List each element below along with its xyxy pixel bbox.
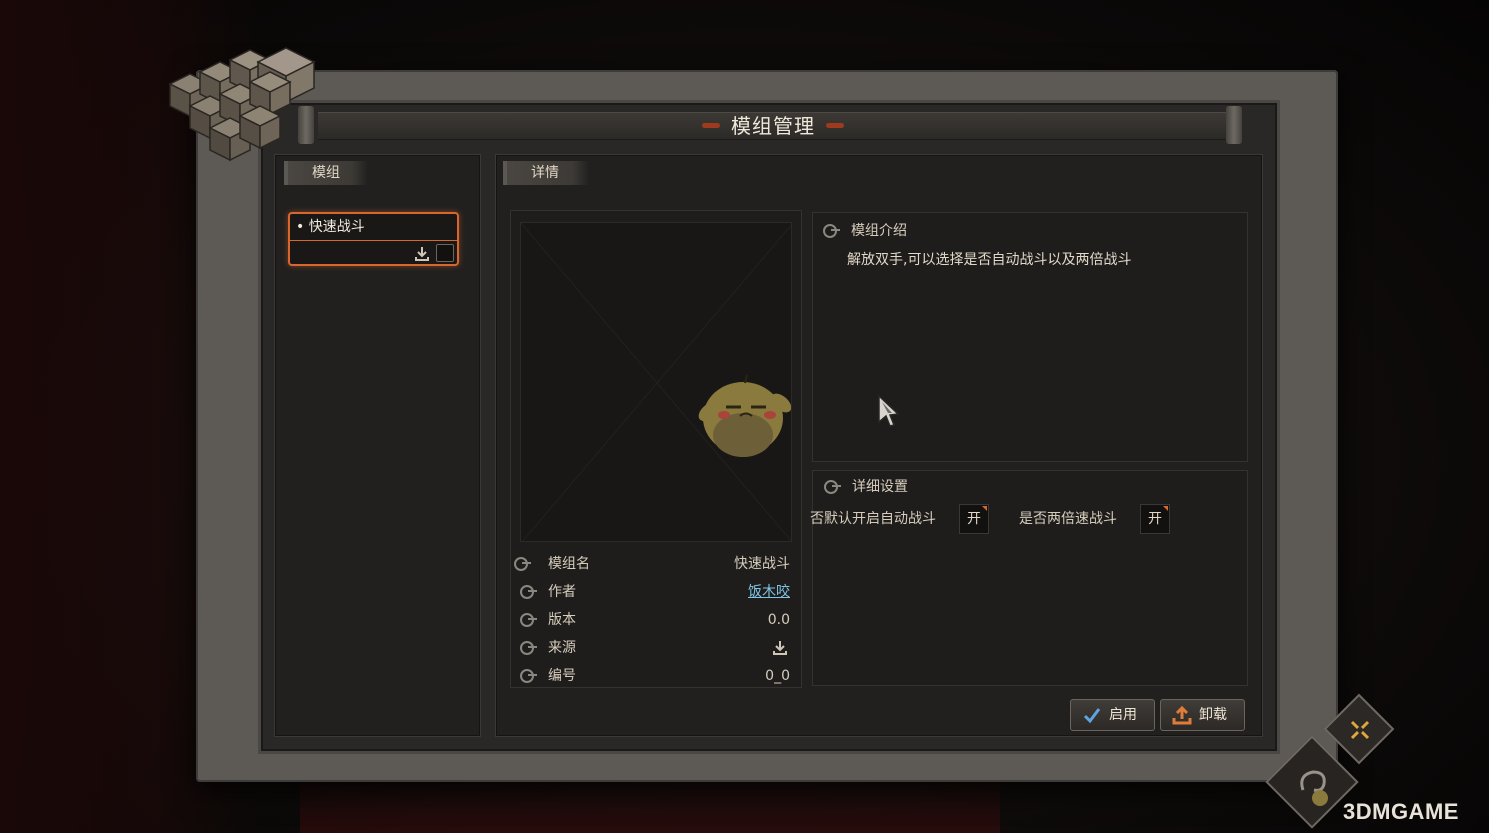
scroll-end-right <box>1226 106 1242 144</box>
mascot-placeholder-icon <box>521 223 791 541</box>
mod-item-divider <box>290 240 457 241</box>
mouse-cursor-icon <box>878 394 900 427</box>
gear-bullet-icon <box>514 557 531 571</box>
check-icon <box>1083 708 1101 724</box>
tab-details: 详情 <box>503 161 589 185</box>
info-value: 0_0 <box>765 668 790 684</box>
setting-toggle-double-speed[interactable]: 开 <box>1140 504 1170 534</box>
info-row-version: 版本 0.0 <box>520 609 792 631</box>
setting-label-double-speed: 是否两倍速战斗 <box>1019 511 1117 527</box>
intro-text: 解放双手,可以选择是否自动战斗以及两倍战斗 <box>847 252 1132 268</box>
setting-label-auto-battle: 否默认开启自动战斗 <box>810 511 936 527</box>
info-key: 版本 <box>548 612 576 628</box>
tab-mods: 模组 <box>284 161 368 185</box>
intro-header: 模组介绍 <box>823 220 907 242</box>
author-link[interactable]: 饭木咬 <box>748 581 790 603</box>
gear-bullet-icon <box>520 669 537 683</box>
window-title: 模组管理 <box>731 114 815 138</box>
info-row-id: 编号 0_0 <box>520 665 792 687</box>
info-row-name: 模组名 快速战斗 <box>514 553 792 575</box>
settings-section <box>812 470 1248 686</box>
unload-button-label: 卸载 <box>1199 707 1227 723</box>
info-key: 作者 <box>548 584 576 600</box>
info-row-author: 作者 饭木咬 <box>520 581 792 603</box>
settings-header-label: 详细设置 <box>852 479 908 495</box>
setting-toggle-auto-battle[interactable]: 开 <box>959 504 989 534</box>
close-icon[interactable] <box>1346 716 1374 744</box>
dragon-emblem-icon <box>1300 770 1328 806</box>
download-icon[interactable] <box>772 640 788 656</box>
download-icon[interactable] <box>414 246 430 262</box>
info-value: 0.0 <box>767 612 790 628</box>
enable-button-label: 启用 <box>1109 707 1137 723</box>
info-value: 快速战斗 <box>734 556 790 572</box>
info-row-source: 来源 <box>520 637 792 659</box>
gear-bullet-icon <box>520 641 537 655</box>
gear-bullet-icon <box>520 585 537 599</box>
watermark-text: 3DMGAME <box>1343 799 1459 824</box>
mod-list-item[interactable]: • 快速战斗 <box>288 212 459 266</box>
settings-header: 详细设置 <box>824 476 908 498</box>
info-key: 来源 <box>548 640 576 656</box>
intro-header-label: 模组介绍 <box>851 223 907 239</box>
gear-bullet-icon <box>824 480 841 494</box>
gear-bullet-icon <box>520 613 537 627</box>
cube-logo-icon <box>168 47 316 162</box>
mod-item-name: • 快速战斗 <box>296 219 365 235</box>
info-key: 编号 <box>548 668 576 684</box>
mod-enable-checkbox[interactable] <box>436 244 454 262</box>
enable-button[interactable]: 启用 <box>1070 699 1155 731</box>
info-key: 模组名 <box>548 556 590 572</box>
mod-preview-image <box>520 222 792 542</box>
upload-icon <box>1172 705 1192 725</box>
unload-button[interactable]: 卸载 <box>1160 699 1245 731</box>
gear-bullet-icon <box>823 224 840 238</box>
